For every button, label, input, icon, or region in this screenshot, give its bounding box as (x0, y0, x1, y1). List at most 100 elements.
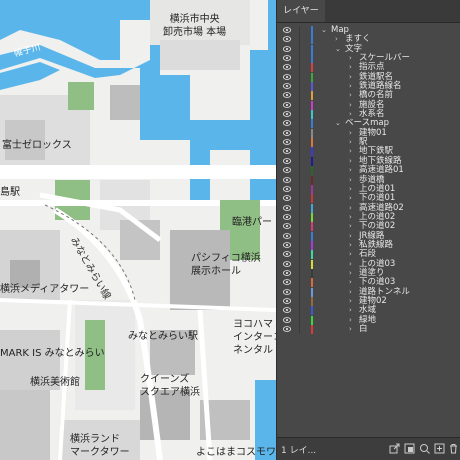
eye-icon[interactable] (283, 73, 291, 80)
chevron-right-icon[interactable]: › (349, 157, 352, 166)
eye-icon[interactable] (283, 101, 291, 108)
lock-column[interactable] (299, 72, 300, 83)
lock-column[interactable] (299, 325, 300, 335)
lock-column[interactable] (299, 184, 300, 195)
chevron-right-icon[interactable]: › (349, 63, 352, 72)
chevron-right-icon[interactable]: › (335, 35, 338, 44)
lock-column[interactable] (299, 259, 300, 269)
lock-column[interactable] (299, 82, 300, 92)
eye-icon[interactable] (283, 92, 291, 99)
eye-icon[interactable] (283, 307, 291, 314)
chevron-right-icon[interactable]: › (349, 138, 352, 147)
chevron-right-icon[interactable]: › (349, 73, 352, 82)
eye-icon[interactable] (283, 251, 291, 258)
eye-icon[interactable] (283, 55, 291, 61)
chevron-right-icon[interactable]: › (349, 316, 352, 325)
eye-icon[interactable] (283, 279, 291, 286)
eye-icon[interactable] (283, 27, 291, 33)
lock-column[interactable] (299, 175, 300, 185)
eye-icon[interactable] (283, 195, 291, 202)
chevron-right-icon[interactable]: › (349, 306, 352, 315)
lock-column[interactable] (299, 110, 300, 120)
chevron-right-icon[interactable]: › (349, 250, 352, 259)
lock-column[interactable] (299, 296, 300, 307)
chevron-right-icon[interactable]: › (349, 194, 352, 203)
eye-icon[interactable] (283, 120, 291, 127)
eye-icon[interactable] (283, 148, 291, 155)
lock-column[interactable] (299, 315, 300, 325)
chevron-right-icon[interactable]: › (349, 297, 352, 306)
eye-icon[interactable] (283, 204, 291, 211)
lock-column[interactable] (299, 138, 300, 148)
lock-column[interactable] (299, 119, 300, 129)
lock-column[interactable] (299, 222, 300, 232)
lock-column[interactable] (299, 194, 300, 204)
eye-icon[interactable] (283, 223, 291, 230)
lock-column[interactable] (299, 63, 300, 73)
chevron-right-icon[interactable]: › (349, 82, 352, 91)
lock-column[interactable] (299, 44, 300, 55)
lock-column[interactable] (299, 100, 300, 111)
chevron-right-icon[interactable]: › (349, 288, 352, 297)
lock-column[interactable] (299, 212, 300, 223)
chevron-right-icon[interactable]: › (349, 147, 352, 156)
eye-icon[interactable] (283, 242, 291, 248)
chevron-down-icon[interactable]: ⌄ (335, 45, 341, 54)
lock-column[interactable] (299, 287, 300, 297)
eye-icon[interactable] (283, 167, 291, 174)
chevron-right-icon[interactable]: › (349, 269, 352, 278)
chevron-right-icon[interactable]: › (349, 204, 352, 213)
export-icon[interactable] (389, 443, 400, 454)
lock-column[interactable] (299, 240, 300, 251)
eye-icon[interactable] (283, 139, 291, 145)
layer-row[interactable]: › ますく (277, 34, 460, 45)
chevron-right-icon[interactable]: › (349, 129, 352, 138)
trash-icon[interactable] (448, 443, 459, 454)
lock-column[interactable] (299, 26, 300, 36)
lock-column[interactable] (299, 250, 300, 260)
eye-icon[interactable] (283, 326, 291, 332)
chevron-right-icon[interactable]: › (349, 260, 352, 269)
eye-icon[interactable] (283, 260, 291, 267)
lock-column[interactable] (299, 91, 300, 101)
chevron-right-icon[interactable]: › (349, 241, 352, 250)
eye-icon[interactable] (283, 298, 291, 304)
lock-column[interactable] (299, 306, 300, 316)
chevron-right-icon[interactable]: › (349, 232, 352, 241)
chevron-right-icon[interactable]: › (349, 166, 352, 175)
chevron-right-icon[interactable]: › (349, 91, 352, 100)
eye-icon[interactable] (283, 176, 291, 183)
locate-icon[interactable] (419, 443, 430, 454)
lock-column[interactable] (299, 156, 300, 167)
new-sublayer-icon[interactable] (404, 443, 415, 454)
eye-icon[interactable] (283, 36, 291, 43)
layer-row[interactable]: › 緑地 (277, 315, 460, 325)
new-layer-icon[interactable] (434, 443, 445, 454)
layer-row[interactable]: › 建物01 (277, 128, 460, 139)
chevron-right-icon[interactable]: › (349, 278, 352, 287)
lock-column[interactable] (299, 35, 300, 45)
eye-icon[interactable] (283, 270, 291, 276)
chevron-right-icon[interactable]: › (349, 176, 352, 185)
chevron-right-icon[interactable]: › (349, 213, 352, 222)
lock-column[interactable] (299, 278, 300, 288)
eye-icon[interactable] (283, 185, 291, 192)
chevron-right-icon[interactable]: › (349, 222, 352, 231)
lock-column[interactable] (299, 203, 300, 213)
chevron-right-icon[interactable]: › (349, 54, 352, 63)
layer-row[interactable]: › 白 (277, 324, 460, 335)
chevron-down-icon[interactable]: ⌄ (335, 119, 341, 128)
chevron-down-icon[interactable]: ⌄ (321, 26, 327, 35)
lock-column[interactable] (299, 54, 300, 64)
chevron-right-icon[interactable]: › (349, 185, 352, 194)
chevron-right-icon[interactable]: › (349, 325, 352, 334)
chevron-right-icon[interactable]: › (349, 101, 352, 110)
eye-icon[interactable] (283, 157, 291, 164)
eye-icon[interactable] (283, 111, 291, 117)
lock-column[interactable] (299, 231, 300, 241)
lock-column[interactable] (299, 147, 300, 157)
eye-icon[interactable] (283, 45, 291, 52)
eye-icon[interactable] (283, 64, 291, 71)
eye-icon[interactable] (283, 129, 291, 136)
lock-column[interactable] (299, 166, 300, 176)
